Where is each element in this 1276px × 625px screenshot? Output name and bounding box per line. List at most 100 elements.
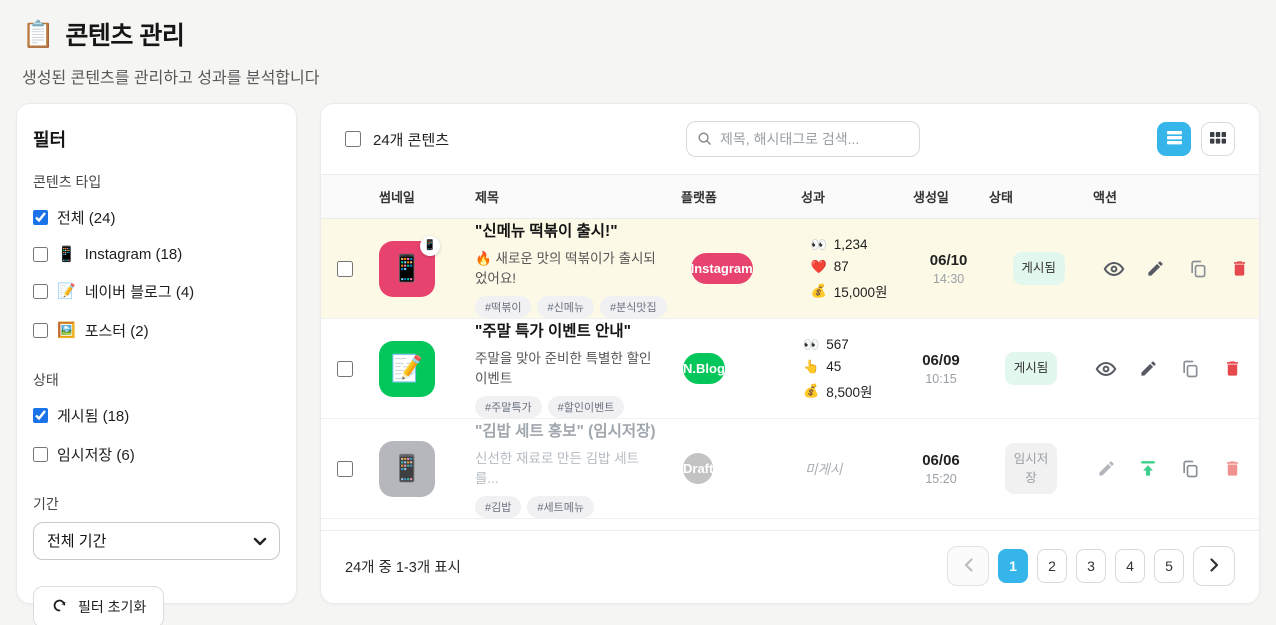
edit-button[interactable]: [1095, 458, 1117, 480]
grid-view-button[interactable]: [1201, 122, 1235, 156]
performance-stats: 👀567 👆45 💰8,500원: [791, 337, 903, 401]
platform-pill: N.Blog: [683, 353, 725, 384]
filter-option-label: 네이버 블로그 (4): [85, 281, 194, 302]
status-badge: 임시저장: [1005, 443, 1057, 493]
edit-button[interactable]: [1137, 358, 1159, 380]
copy-button[interactable]: [1179, 458, 1201, 480]
filter-option-label: 포스터 (2): [85, 320, 149, 341]
row-checkbox[interactable]: [337, 261, 353, 277]
status-badge: 게시됨: [1013, 252, 1065, 284]
hashtag: #떡볶이: [475, 296, 531, 318]
filter-group-period: 기간 전체 기간: [33, 494, 280, 560]
money-bag-icon: 💰: [803, 384, 819, 397]
created-time: 15:20: [903, 472, 979, 486]
platform-pill: Draft: [683, 453, 713, 484]
page-title: 콘텐츠 관리: [65, 16, 184, 52]
filter-option-poster[interactable]: 🖼️ 포스터 (2): [33, 311, 280, 350]
checkbox-poster[interactable]: [33, 323, 48, 338]
content-list-panel: 24개 콘텐츠: [320, 103, 1260, 604]
page-button-1[interactable]: 1: [998, 549, 1028, 583]
copy-button[interactable]: [1179, 358, 1201, 380]
page-button-4[interactable]: 4: [1115, 549, 1145, 583]
filter-panel-title: 필터: [33, 126, 280, 152]
content-title: "김밥 세트 홍보" (임시저장): [475, 419, 659, 441]
table-row: 📱 📱 "신메뉴 떡볶이 출시!" 🔥 새로운 맛의 떡볶이가 출시되었어요! …: [321, 219, 1259, 319]
filter-option-naver-blog[interactable]: 📝 네이버 블로그 (4): [33, 272, 280, 311]
next-page-button[interactable]: [1193, 546, 1235, 586]
select-all-checkbox[interactable]: [345, 131, 361, 147]
period-select[interactable]: 전체 기간: [33, 522, 280, 560]
view-toggle: [1157, 122, 1235, 156]
column-header-date: 생성일: [903, 187, 979, 206]
row-checkbox[interactable]: [337, 461, 353, 477]
pointing-up-icon: 👆: [803, 360, 819, 373]
checkbox-instagram[interactable]: [33, 247, 48, 262]
delete-button[interactable]: [1221, 458, 1243, 480]
clipboard-icon: 📋: [22, 21, 54, 47]
toolbar: 24개 콘텐츠: [321, 104, 1259, 175]
prev-page-button[interactable]: [947, 546, 989, 586]
filter-option-instagram[interactable]: 📱 Instagram (18): [33, 237, 280, 272]
filter-reset-button[interactable]: 필터 초기화: [33, 586, 164, 625]
chevron-left-icon: [964, 558, 973, 575]
status-badge: 게시됨: [1005, 352, 1057, 384]
filter-option-all[interactable]: 전체 (24): [33, 198, 280, 237]
hashtag: #세트메뉴: [527, 496, 594, 518]
content-description: 주말을 맞아 준비한 특별한 할인 이벤트: [475, 347, 659, 387]
filter-option-published[interactable]: 게시됨 (18): [33, 396, 280, 435]
row-checkbox[interactable]: [337, 361, 353, 377]
column-header-performance: 성과: [791, 187, 903, 206]
hashtag: #할인이벤트: [548, 396, 625, 418]
platform-pill: Instagram: [691, 253, 753, 284]
created-time: 10:15: [903, 372, 979, 386]
page-button-5[interactable]: 5: [1154, 549, 1184, 583]
page-button-3[interactable]: 3: [1076, 549, 1106, 583]
money-bag-icon: 💰: [811, 284, 827, 297]
filter-option-draft[interactable]: 임시저장 (6): [33, 435, 280, 474]
list-view-button[interactable]: [1157, 122, 1191, 156]
content-description: 🔥 새로운 맛의 떡볶이가 출시되었어요!: [475, 247, 667, 287]
column-header-action: 액션: [1083, 187, 1259, 206]
page-subtitle: 생성된 콘텐츠를 관리하고 성과를 분석합니다: [22, 64, 1254, 88]
page-header: 📋 콘텐츠 관리 생성된 콘텐츠를 관리하고 성과를 분석합니다: [0, 0, 1276, 88]
table-header: 썸네일 제목 플랫폼 성과 생성일 상태 액션: [321, 175, 1259, 219]
refresh-icon: [51, 597, 68, 617]
view-button[interactable]: [1095, 358, 1117, 380]
checkbox-published[interactable]: [33, 408, 48, 423]
column-header-platform: 플랫폼: [671, 187, 791, 206]
delete-button[interactable]: [1221, 358, 1243, 380]
checkbox-draft[interactable]: [33, 447, 48, 462]
filter-option-label: 전체 (24): [57, 207, 115, 228]
pagination: 1 2 3 4 5: [947, 546, 1235, 586]
thumbnail: 📱: [379, 441, 435, 497]
search-input[interactable]: [686, 121, 920, 157]
filter-option-label: Instagram (18): [85, 246, 183, 263]
mobile-phone-icon: 📱: [57, 247, 76, 262]
created-date: 06/09: [903, 352, 979, 369]
thumbnail: 📝: [379, 341, 435, 397]
eyes-icon: 👀: [803, 338, 819, 351]
platform-badge-icon: 📱: [420, 236, 440, 256]
view-button[interactable]: [1103, 258, 1125, 280]
delete-button[interactable]: [1229, 258, 1251, 280]
content-description: 신선한 재료로 만든 김밥 세트를...: [475, 447, 659, 487]
column-header-title: 제목: [465, 187, 671, 206]
checkbox-naver-blog[interactable]: [33, 284, 48, 299]
chevron-right-icon: [1210, 558, 1219, 575]
mobile-phone-icon: 📱: [391, 453, 423, 484]
heart-icon: ❤️: [811, 260, 827, 273]
views-count: 1,234: [834, 237, 868, 252]
hashtag: #신메뉴: [537, 296, 593, 318]
page-button-2[interactable]: 2: [1037, 549, 1067, 583]
content-title: "주말 특가 이벤트 안내": [475, 319, 659, 341]
created-date: 06/06: [903, 452, 979, 469]
filter-group-status: 상태 게시됨 (18) 임시저장 (6): [33, 370, 280, 474]
table-row: 📝 "주말 특가 이벤트 안내" 주말을 맞아 준비한 특별한 할인 이벤트 #…: [321, 319, 1259, 419]
publish-button[interactable]: [1137, 458, 1159, 480]
copy-button[interactable]: [1187, 258, 1209, 280]
mobile-phone-icon: 📱: [391, 253, 423, 284]
grid-view-icon: [1210, 132, 1226, 147]
edit-button[interactable]: [1145, 258, 1167, 280]
filter-panel: 필터 콘텐츠 타입 전체 (24) 📱 Instagram (18) 📝 네이버…: [16, 103, 297, 604]
checkbox-all[interactable]: [33, 210, 48, 225]
